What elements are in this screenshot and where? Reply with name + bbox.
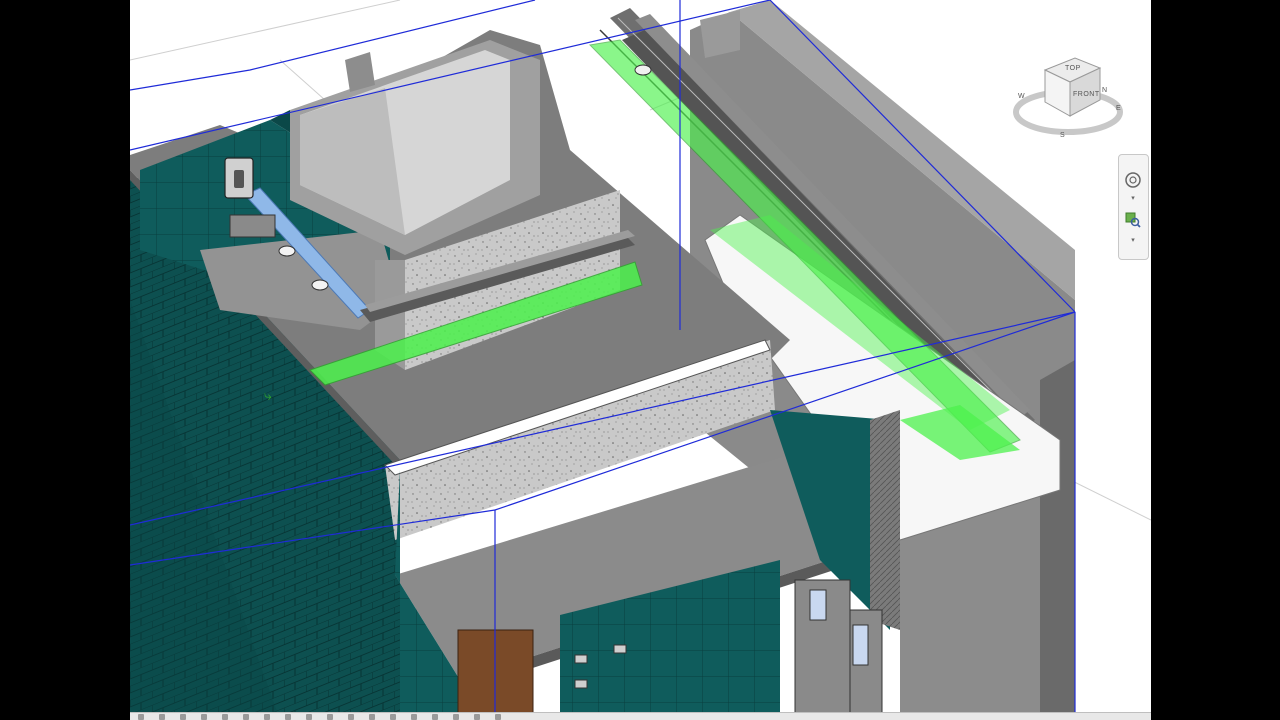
view-control-icon[interactable] bbox=[138, 714, 144, 720]
view-control-icon[interactable] bbox=[474, 714, 480, 720]
viewcube-front-label: FRONT bbox=[1073, 91, 1100, 98]
navigation-bar: ▾ ▾ bbox=[1118, 154, 1149, 260]
3d-viewport[interactable]: ⤷ TOP FRONT S E W N ▾ ▾ bbox=[130, 0, 1151, 720]
view-control-icon[interactable] bbox=[411, 714, 417, 720]
view-control-icon[interactable] bbox=[369, 714, 375, 720]
view-control-icon[interactable] bbox=[222, 714, 228, 720]
letterbox-left bbox=[0, 0, 130, 720]
viewcube[interactable]: TOP FRONT S E W N bbox=[1010, 40, 1130, 150]
app-window: ⤷ TOP FRONT S E W N ▾ ▾ bbox=[0, 0, 1280, 720]
view-control-icon[interactable] bbox=[327, 714, 333, 720]
viewcube-top-label: TOP bbox=[1065, 65, 1081, 72]
view-control-icon[interactable] bbox=[243, 714, 249, 720]
3d-model-scene[interactable]: ⤷ bbox=[130, 0, 1151, 720]
compass-west-label: W bbox=[1018, 93, 1025, 100]
view-control-icon[interactable] bbox=[285, 714, 291, 720]
floor-drain bbox=[311, 279, 329, 291]
door-window bbox=[809, 589, 827, 621]
origin-marker: ⤷ bbox=[264, 387, 272, 403]
view-control-icon[interactable] bbox=[201, 714, 207, 720]
view-control-icon[interactable] bbox=[306, 714, 312, 720]
chevron-down-icon[interactable]: ▾ bbox=[1129, 237, 1137, 245]
view-control-icon[interactable] bbox=[159, 714, 165, 720]
view-control-icon[interactable] bbox=[264, 714, 270, 720]
letterbox-right bbox=[1151, 0, 1280, 720]
view-control-icon[interactable] bbox=[390, 714, 396, 720]
compass-east-label: E bbox=[1116, 105, 1121, 112]
view-control-icon[interactable] bbox=[432, 714, 438, 720]
view-control-icon[interactable] bbox=[495, 714, 501, 720]
view-control-bar bbox=[130, 712, 1151, 720]
view-control-icon[interactable] bbox=[180, 714, 186, 720]
chevron-down-icon[interactable]: ▾ bbox=[1129, 195, 1137, 203]
compass-north-label: N bbox=[1102, 87, 1108, 94]
zoom-region-icon[interactable] bbox=[1122, 209, 1144, 231]
view-control-icon[interactable] bbox=[453, 714, 459, 720]
floor-drain bbox=[278, 245, 296, 257]
steering-wheel-icon[interactable] bbox=[1122, 169, 1144, 191]
view-control-icon[interactable] bbox=[348, 714, 354, 720]
compass-south-label: S bbox=[1060, 132, 1065, 139]
door-window bbox=[852, 624, 869, 666]
drain-block bbox=[229, 214, 276, 238]
